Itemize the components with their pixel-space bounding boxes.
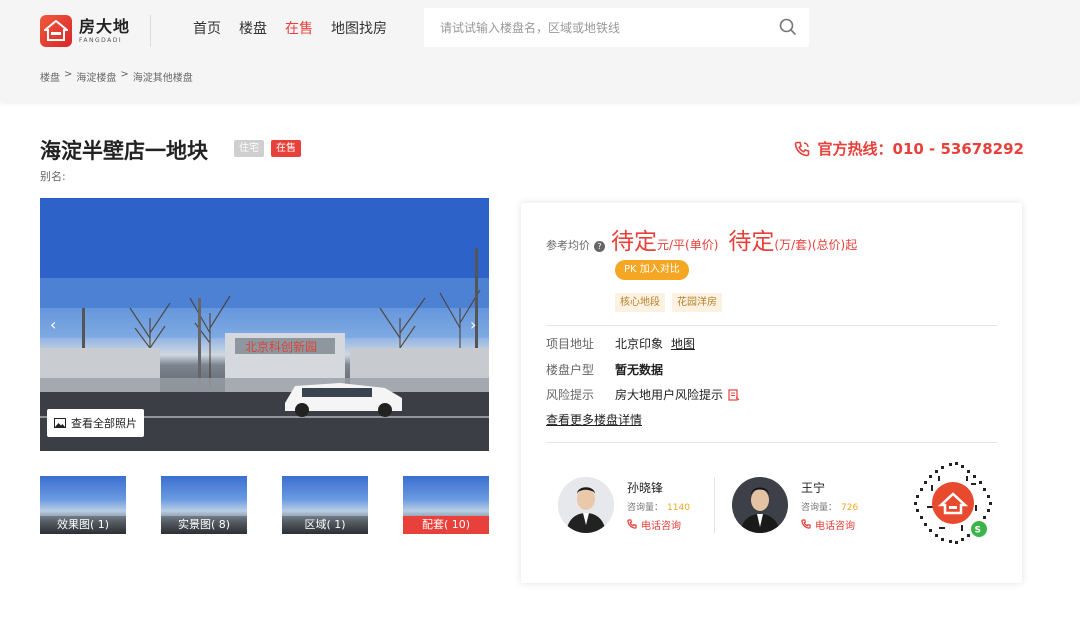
total-price-value: 待定: [728, 229, 775, 255]
layout-label: 楼盘户型: [546, 363, 595, 377]
thumb-facilities[interactable]: 配套( 10): [403, 476, 489, 534]
search-box: [424, 8, 809, 47]
phone-consult-button[interactable]: 电话咨询: [627, 517, 690, 532]
breadcrumb-separator: >: [64, 69, 73, 80]
price-label: 参考均价: [546, 239, 590, 252]
breadcrumb-haidian[interactable]: 海淀楼盘: [76, 69, 116, 84]
nav-map-search[interactable]: 地图找房: [331, 18, 387, 38]
phone-icon: [627, 519, 637, 529]
phone-icon: [794, 141, 809, 156]
thumb-area[interactable]: 区域( 1): [282, 476, 368, 534]
thumb-label: 实景图( 8): [161, 516, 247, 534]
type-badge: 住宅: [234, 140, 264, 157]
avatar: [558, 477, 614, 533]
consult-count: 1140: [667, 502, 690, 513]
phone-consult-button[interactable]: 电话咨询: [801, 517, 858, 532]
agent-divider: [714, 477, 715, 533]
divider: [546, 442, 997, 443]
unit-price-unit: 元/平(单价): [657, 238, 719, 252]
total-price-unit: (万/套)(总价)起: [774, 238, 858, 252]
breadcrumb-buildings[interactable]: 楼盘: [40, 69, 60, 84]
logo-house-icon: [40, 15, 72, 47]
page-title: 海淀半壁店一地块: [40, 139, 208, 163]
address-value: 北京印象: [615, 337, 664, 351]
phone-consult-label: 电话咨询: [641, 520, 681, 532]
logo-name: 房大地: [79, 16, 131, 36]
breadcrumb-separator: >: [120, 69, 129, 80]
status-badge: 在售: [271, 140, 301, 157]
map-link[interactable]: 地图: [671, 335, 695, 352]
main-nav: 首页 楼盘 在售 地图找房: [193, 18, 405, 38]
alias-label: 别名:: [40, 170, 66, 183]
address-row: 项目地址 北京印象 地图: [546, 335, 695, 352]
gate-sign-text: 北京科创新园: [245, 339, 317, 354]
document-icon[interactable]: [728, 388, 740, 401]
layout-row: 楼盘户型 暂无数据: [546, 361, 663, 378]
avatar: [732, 477, 788, 533]
phone-consult-label: 电话咨询: [815, 520, 855, 532]
thumb-label: 配套( 10): [403, 516, 489, 534]
agent-card[interactable]: 孙晓锋 咨询量： 1140 电话咨询: [558, 477, 690, 533]
more-details-link[interactable]: 查看更多楼盘详情: [546, 411, 642, 428]
consult-count-label: 咨询量：: [627, 502, 664, 513]
agent-name: 王宁: [801, 480, 826, 495]
price-row: 参考均价 ? 待定 元/平(单价) 待定 (万/套)(总价)起: [546, 222, 867, 256]
nav-home[interactable]: 首页: [193, 18, 221, 38]
view-all-photos-label: 查看全部照片: [71, 417, 137, 430]
thumb-rendering[interactable]: 效果图( 1): [40, 476, 126, 534]
agent-name: 孙晓锋: [627, 480, 664, 495]
phone-icon: [801, 519, 811, 529]
agent-card[interactable]: 王宁 咨询量： 726 电话咨询: [732, 477, 858, 533]
next-arrow-icon[interactable]: ›: [470, 315, 476, 334]
thumb-real-photos[interactable]: 实景图( 8): [161, 476, 247, 534]
feature-tags: 核心地段 花园洋房: [615, 293, 729, 312]
hotline-text: 官方热线：010 - 53678292: [817, 140, 1024, 158]
view-all-photos-button[interactable]: 查看全部照片: [47, 409, 144, 437]
pk-compare-button[interactable]: PK 加入对比: [615, 260, 689, 280]
prev-arrow-icon[interactable]: ‹: [50, 315, 56, 334]
help-icon[interactable]: ?: [594, 241, 605, 252]
top-header: 房大地 FANGDADI 首页 楼盘 在售 地图找房 楼盘 > 海淀楼盘 > 海…: [0, 0, 1080, 102]
risk-row: 风险提示 房大地用户风险提示: [546, 386, 740, 403]
hotline[interactable]: 官方热线：010 - 53678292: [794, 138, 1024, 159]
site-logo[interactable]: 房大地 FANGDADI: [40, 15, 130, 47]
thumb-label: 区域( 1): [282, 516, 368, 534]
info-card: 参考均价 ? 待定 元/平(单价) 待定 (万/套)(总价)起 PK 加入对比 …: [521, 203, 1022, 583]
layout-value: 暂无数据: [615, 363, 664, 377]
svg-text:S: S: [975, 526, 981, 536]
nav-buildings[interactable]: 楼盘: [239, 18, 267, 38]
divider: [546, 325, 997, 326]
unit-price-value: 待定: [611, 229, 657, 255]
search-icon[interactable]: [779, 18, 797, 40]
nav-on-sale[interactable]: 在售: [285, 18, 313, 38]
risk-label: 风险提示: [546, 388, 595, 402]
image-icon: [54, 418, 66, 428]
feature-tag: 花园洋房: [672, 293, 722, 312]
mini-program-qr-code: S: [914, 462, 992, 544]
header-divider: [150, 15, 151, 47]
thumb-label: 效果图( 1): [40, 516, 126, 534]
breadcrumb: 楼盘 > 海淀楼盘 > 海淀其他楼盘: [40, 69, 197, 84]
consult-count-label: 咨询量：: [801, 502, 838, 513]
feature-tag: 核心地段: [615, 293, 665, 312]
address-label: 项目地址: [546, 337, 595, 351]
breadcrumb-haidian-other[interactable]: 海淀其他楼盘: [133, 69, 193, 84]
search-input[interactable]: [440, 8, 770, 47]
risk-value[interactable]: 房大地用户风险提示: [615, 386, 723, 403]
logo-subtitle: FANGDADI: [79, 36, 123, 44]
consult-count: 726: [841, 502, 859, 513]
